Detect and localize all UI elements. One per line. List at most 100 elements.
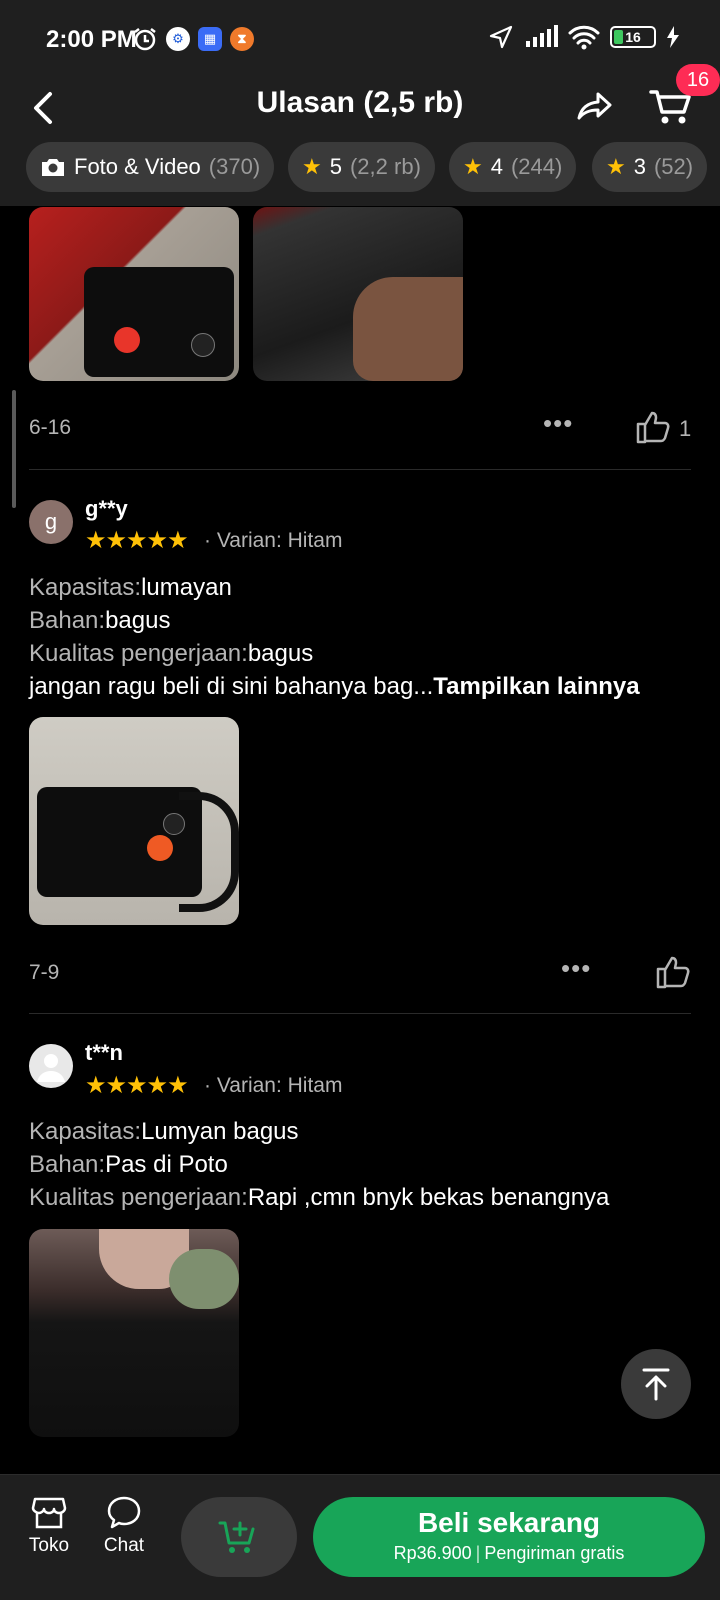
camera-icon — [42, 159, 64, 176]
review-line: Bahan:Pas di Poto — [29, 1151, 228, 1179]
review-text: jangan ragu beli di sini bahanya bag...T… — [29, 673, 640, 701]
more-options-icon[interactable]: ••• — [543, 408, 573, 439]
status-system-icons: 16 — [488, 24, 680, 50]
badge-pin — [191, 333, 215, 357]
chat-icon — [107, 1496, 141, 1529]
review-line-key: Bahan: — [29, 1151, 106, 1178]
filter-label: Foto & Video — [74, 154, 201, 179]
review-line: Kualitas pengerjaan:Rapi ,cmn bnyk bekas… — [29, 1184, 609, 1212]
default-user-icon — [37, 1054, 65, 1082]
star-icon: ★ — [463, 154, 483, 179]
buy-now-subtitle: Rp36.900 | Pengiriman gratis — [393, 1543, 625, 1563]
review-line-key: Kualitas pengerjaan: — [29, 640, 248, 667]
top-navigation-bar: Ulasan (2,5 rb) — [0, 80, 720, 140]
share-icon[interactable] — [574, 84, 618, 128]
more-options-icon[interactable]: ••• — [561, 953, 591, 984]
review-line-key: Kualitas pengerjaan: — [29, 1184, 248, 1211]
hourglass-icon: ⧗ — [230, 27, 254, 51]
review-line-value: bagus — [105, 607, 171, 634]
show-more-link[interactable]: Tampilkan lainnya — [433, 673, 639, 700]
review-date: 7-9 — [29, 961, 60, 984]
add-to-cart-button[interactable] — [181, 1497, 297, 1577]
rating-stars: ★★★★★ — [85, 527, 189, 554]
like-count: 1 — [679, 416, 692, 441]
review-line: Bahan:bagus — [29, 607, 170, 635]
review-photo[interactable] — [253, 207, 463, 381]
rating-stars: ★★★★★ — [85, 1072, 189, 1099]
filter-chip-3-star[interactable]: ★ 3 (52) — [592, 142, 708, 192]
status-time: 2:00 PM — [46, 26, 137, 53]
review-line-key: Bahan: — [29, 607, 106, 634]
chat-button[interactable]: Chat — [94, 1495, 154, 1557]
add-to-cart-icon — [218, 1521, 255, 1553]
reviewer-name[interactable]: t**n — [85, 1040, 123, 1066]
badge-pin — [147, 835, 173, 861]
alarm-icon — [134, 28, 156, 51]
badge-pin — [114, 327, 140, 353]
status-notification-icons: ⚙ ▦ ⧗ — [132, 26, 254, 52]
filter-count: (244) — [510, 154, 563, 179]
cloth-pattern — [169, 1249, 239, 1309]
price: Rp36.900 — [393, 1543, 472, 1563]
review-photo[interactable] — [29, 1229, 239, 1437]
back-to-top-button[interactable] — [621, 1349, 691, 1419]
filter-label: 5 — [329, 154, 342, 179]
review-line-key: Kapasitas: — [29, 574, 142, 601]
filter-chip-5-star[interactable]: ★ 5 (2,2 rb) — [288, 142, 435, 192]
chat-label: Chat — [103, 1535, 145, 1556]
review-divider — [29, 1013, 691, 1014]
variant-label: · Varian: Hitam — [204, 529, 343, 552]
review-line: Kapasitas:lumayan — [29, 574, 232, 602]
review-line-value: lumayan — [141, 574, 232, 601]
app-notification-icon: ⚙ — [166, 27, 190, 51]
review-line-value: Pas di Poto — [105, 1151, 228, 1178]
review-line-key: Kapasitas: — [29, 1118, 142, 1145]
battery-indicator: 16 — [610, 26, 656, 48]
filter-count: (52) — [653, 154, 694, 179]
review-line: Kualitas pengerjaan:bagus — [29, 640, 313, 668]
arrow-up-icon — [642, 1368, 670, 1401]
location-icon — [489, 25, 513, 49]
wifi-icon — [568, 25, 600, 50]
thumbs-up-icon[interactable] — [654, 953, 692, 991]
star-icon: ★ — [302, 154, 322, 179]
bag-shape — [84, 267, 234, 377]
buy-now-button[interactable]: Beli sekarang Rp36.900 | Pengiriman gratis — [313, 1497, 705, 1577]
filter-label: 4 — [490, 154, 503, 179]
filter-chip-photo-video[interactable]: Foto & Video (370) — [26, 142, 275, 192]
app-notification-icon: ▦ — [198, 27, 222, 51]
filter-count: (2,2 rb) — [349, 154, 421, 179]
filter-chip-4-star[interactable]: ★ 4 (244) — [449, 142, 577, 192]
review-filter-bar: Foto & Video (370) ★ 5 (2,2 rb) ★ 4 (244… — [0, 140, 720, 206]
avatar[interactable]: g — [29, 500, 73, 544]
thumbs-up-icon[interactable] — [634, 408, 672, 446]
store-icon — [31, 1497, 67, 1529]
star-icon: ★ — [606, 154, 626, 179]
hand-shape — [353, 277, 463, 381]
status-bar: 2:00 PM ⚙ ▦ ⧗ 16 — [0, 0, 720, 80]
signal-icon — [526, 25, 558, 47]
store-button[interactable]: Toko — [19, 1495, 79, 1557]
variant-label: · Varian: Hitam — [204, 1074, 343, 1097]
review-photo[interactable] — [29, 207, 239, 381]
buy-now-label: Beli sekarang — [417, 1507, 601, 1538]
scroll-indicator[interactable] — [12, 390, 16, 508]
shipping-info: Pengiriman gratis — [484, 1543, 625, 1563]
review-line: Kapasitas:Lumyan bagus — [29, 1118, 299, 1146]
avatar-letter: g — [44, 509, 58, 534]
reviewer-name[interactable]: g**y — [85, 496, 128, 522]
avatar[interactable] — [29, 1044, 73, 1088]
review-line-value: bagus — [247, 640, 314, 667]
charging-icon — [667, 26, 679, 48]
review-line-value: Rapi ,cmn bnyk bekas benangnya — [247, 1184, 610, 1211]
store-label: Toko — [28, 1535, 70, 1556]
bottom-action-bar: Toko Chat Beli sekarang Rp36.900 | Pengiri… — [0, 1474, 720, 1600]
review-line-value: Lumyan bagus — [141, 1118, 299, 1145]
review-date: 6-16 — [29, 416, 72, 439]
bag-strap — [179, 792, 239, 912]
review-body-text: jangan ragu beli di sini bahanya bag... — [29, 673, 434, 700]
bag-shape — [37, 787, 202, 897]
badge-pin — [163, 813, 185, 835]
filter-count: (370) — [208, 154, 261, 179]
review-photo[interactable] — [29, 717, 239, 925]
